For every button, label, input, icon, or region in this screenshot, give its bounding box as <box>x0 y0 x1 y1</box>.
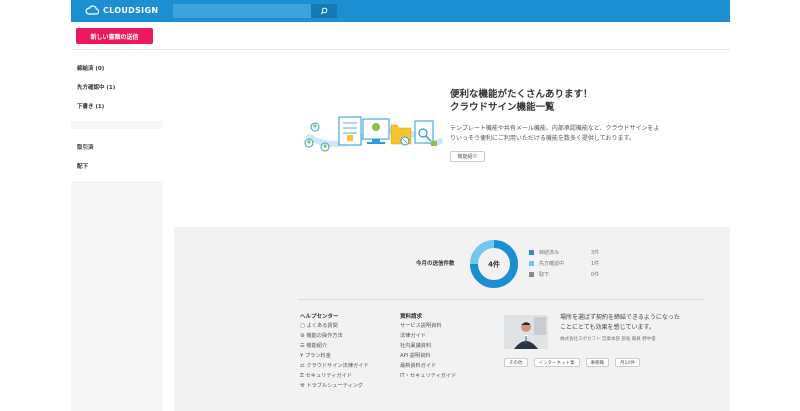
sidebar-item-awaiting-confirmation[interactable]: 先方確認中 (1) <box>71 77 163 96</box>
documents-title: 資料請求 <box>400 314 423 320</box>
cloudsign-logo[interactable]: CLOUDSIGN <box>85 5 158 15</box>
tag-office-work[interactable]: 事務職 <box>585 358 609 367</box>
stats-panel: 今月の送信件数 4件 締結済み 3件 先方確認中 1件 取下 0件 ヘルプセンタ… <box>174 227 730 411</box>
sidebar-folder-group: 取引済 配下 <box>71 129 163 181</box>
legend-value: 3件 <box>590 250 599 256</box>
testimonial-quote-line1: 場所を選ばず契約を締結できるようになった <box>560 314 680 321</box>
tag-internet[interactable]: インターネット業 <box>533 358 580 367</box>
help-link-faq[interactable]: ▢ よくある質問 <box>300 322 369 332</box>
sidebar: 締結済 (0) 先方確認中 (1) 下書き (1) 取引済 配下 <box>71 50 163 411</box>
app-header: CLOUDSIGN <box>71 0 730 22</box>
help-link-pricing[interactable]: ¥ プラン料金 <box>300 352 369 362</box>
tag-monthly-volume[interactable]: 月10件 <box>615 358 640 367</box>
search-button[interactable] <box>311 4 337 18</box>
promo-desc-line2: りいっそう便利にご利用いただける機能を数多く提供しております。 <box>450 135 635 142</box>
features-illustration <box>304 116 443 152</box>
help-link-label: クラウドサイン法律ガイド <box>306 363 369 369</box>
legend-swatch <box>529 272 534 277</box>
cloud-icon <box>85 5 99 15</box>
toolbar: 新しい書類の送信 <box>71 22 730 50</box>
sidebar-item-drafts[interactable]: 下書き (1) <box>71 96 163 115</box>
donut-total: 4件 <box>488 260 500 269</box>
testimonial-quote-line2: ことにとても効果を感じています。 <box>560 324 655 331</box>
page-margin-right <box>730 0 800 411</box>
sidebar-item-concluded[interactable]: 締結済 (0) <box>71 58 163 77</box>
logo-text: CLOUDSIGN <box>103 5 159 15</box>
help-link-security[interactable]: ⚿ セキュリティガイド <box>300 372 369 382</box>
promo-description: テンプレート機能や共有メール機能、内部承認機能など、クラウドサインをよ りいっそ… <box>450 124 700 144</box>
footer-divider <box>298 299 704 300</box>
testimonial-photo <box>504 315 548 349</box>
doc-link-it-security[interactable]: IT・セキュリティガイド <box>400 372 456 382</box>
legend-label: 先方確認中 <box>539 261 565 267</box>
legend-row-withdrawn: 取下 0件 <box>529 269 599 280</box>
monthly-sent-donut: 4件 <box>470 240 518 288</box>
help-link-features[interactable]: ☰ 機能紹介 <box>300 342 369 352</box>
search-input[interactable] <box>173 4 311 18</box>
legend-label: 取下 <box>539 272 550 278</box>
page-margin-left <box>0 0 71 411</box>
help-link-howto[interactable]: ⚙ 機能の操作方法 <box>300 332 369 342</box>
help-link-label: よくある質問 <box>306 323 338 329</box>
testimonial-tags: その他 インターネット業 事務職 月10件 <box>504 358 640 367</box>
promo-title-line2: クラウドサイン機能一覧 <box>450 102 555 113</box>
testimonial-company: 株式会社スポカフト 営業本部 部長 職員 野中俊 <box>560 337 656 342</box>
help-link-label: 機能紹介 <box>306 343 328 349</box>
help-link-legal[interactable]: ⚖ クラウドサイン法律ガイド <box>300 362 369 372</box>
legend-swatch <box>529 261 534 266</box>
promo-title: 便利な機能がたくさんあります！ クラウドサイン機能一覧 <box>450 88 710 114</box>
search-icon <box>320 7 328 15</box>
testimonial-quote: 場所を選ばず契約を締結できるようになった ことにとても効果を感じています。 <box>560 313 710 333</box>
doc-link-service[interactable]: サービス説明資料 <box>400 322 456 332</box>
main-content: 便利な機能がたくさんあります！ クラウドサイン機能一覧 テンプレート機能や共有メ… <box>163 50 730 227</box>
help-link-label: 機能の操作方法 <box>306 333 343 339</box>
help-link-troubleshooting[interactable]: ⚒ トラブルシューティング <box>300 382 369 392</box>
legend-swatch <box>529 250 534 255</box>
doc-link-latest[interactable]: 最新資料ガイド <box>400 362 456 372</box>
documents-column: 資料請求 サービス説明資料 法律ガイド 社内稟議資料 API 説明資料 最新資料… <box>400 312 456 382</box>
doc-link-approval[interactable]: 社内稟議資料 <box>400 342 456 352</box>
promo-title-line1: 便利な機能がたくさんあります！ <box>450 89 593 100</box>
stats-legend: 締結済み 3件 先方確認中 1件 取下 0件 <box>529 247 599 280</box>
monthly-sent-label: 今月の送信件数 <box>416 261 455 267</box>
doc-link-api[interactable]: API 説明資料 <box>400 352 456 362</box>
legend-value: 1件 <box>590 261 599 267</box>
promo-desc-line1: テンプレート機能や共有メール機能、内部承認機能など、クラウドサインをよ <box>450 125 660 132</box>
help-link-label: セキュリティガイド <box>305 373 352 379</box>
doc-link-legal-guide[interactable]: 法律ガイド <box>400 332 456 342</box>
tag-other[interactable]: その他 <box>504 358 528 367</box>
feature-intro-button[interactable]: 機能紹介 <box>450 151 485 162</box>
sidebar-item-completed[interactable]: 取引済 <box>71 137 163 156</box>
person-icon <box>504 315 548 349</box>
sidebar-status-group: 締結済 (0) 先方確認中 (1) 下書き (1) <box>71 50 163 121</box>
new-document-button[interactable]: 新しい書類の送信 <box>76 28 153 44</box>
legend-row-concluded: 締結済み 3件 <box>529 247 599 258</box>
help-center-column: ヘルプセンター ▢ よくある質問 ⚙ 機能の操作方法 ☰ 機能紹介 ¥ プラン料… <box>300 312 369 392</box>
help-link-label: プラン料金 <box>304 353 331 359</box>
help-link-label: トラブルシューティング <box>306 383 364 389</box>
legend-row-awaiting: 先方確認中 1件 <box>529 258 599 269</box>
legend-value: 0件 <box>590 272 599 278</box>
legend-label: 締結済み <box>539 250 560 256</box>
help-center-title: ヘルプセンター <box>300 314 339 320</box>
sidebar-item-subordinates[interactable]: 配下 <box>71 156 163 175</box>
